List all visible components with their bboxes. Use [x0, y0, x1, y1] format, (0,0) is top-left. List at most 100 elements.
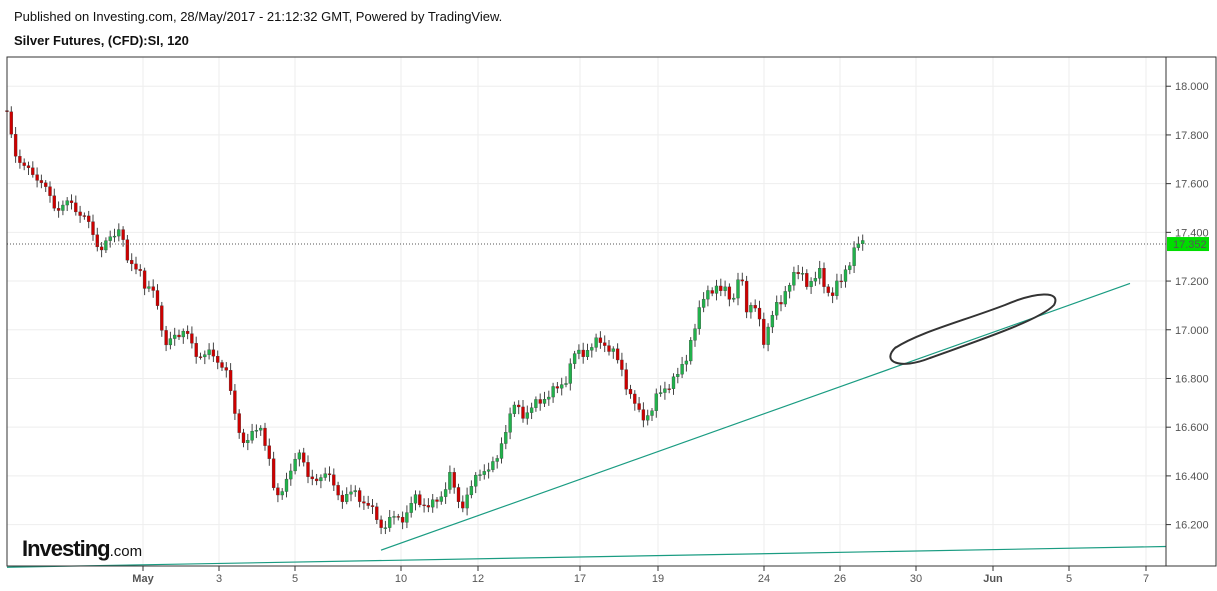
investing-logo: Investing.com: [22, 536, 142, 562]
candle-up: [392, 516, 396, 518]
candle-down: [52, 195, 56, 209]
candle-up: [439, 496, 443, 502]
candle-up: [409, 503, 413, 513]
candle-up: [749, 305, 753, 313]
candle-down: [624, 369, 628, 390]
x-tick-label: 19: [652, 573, 664, 585]
trendline: [380, 282, 1131, 551]
candle-down: [340, 494, 345, 502]
candle-up: [547, 396, 551, 400]
candle-down: [598, 337, 603, 343]
candle-up: [689, 340, 693, 362]
candle-up: [693, 328, 697, 341]
candle-down: [82, 215, 87, 217]
candle-up: [280, 491, 284, 496]
y-tick-label: 18.000: [1175, 81, 1209, 93]
x-tick-label: 12: [472, 573, 484, 585]
candle-down: [13, 134, 18, 157]
y-tick-label: 17.200: [1175, 276, 1209, 288]
candle-down: [155, 290, 160, 306]
candle-up: [706, 290, 710, 300]
candle-down: [603, 342, 607, 346]
candle-down: [779, 302, 783, 305]
candle-up: [297, 452, 302, 460]
candle-up: [852, 247, 856, 266]
candle-up: [284, 478, 289, 492]
candle-up: [413, 494, 418, 504]
time-axis: May 3 5 10 12 17 19 24 26 30 Jun 5 7: [132, 566, 1149, 585]
candle-down: [418, 494, 422, 506]
x-tick-label: 5: [1066, 573, 1072, 585]
candle-up: [775, 302, 779, 316]
candle-up: [650, 410, 654, 416]
x-tick-label: May: [132, 573, 154, 585]
candle-down: [95, 234, 99, 248]
candle-down: [190, 333, 194, 344]
candle-up: [770, 315, 775, 328]
price-axis: 18.00017.80017.60017.40017.20017.00016.8…: [1166, 81, 1209, 532]
candle-down: [375, 506, 379, 520]
candle-down: [362, 501, 366, 504]
candle-up: [732, 297, 736, 300]
candle-down: [142, 270, 147, 289]
y-tick-label: 16.800: [1175, 373, 1209, 385]
candle-down: [228, 370, 233, 391]
candle-down: [130, 260, 134, 265]
x-tick-label: 3: [216, 573, 222, 585]
candle-down: [91, 221, 95, 235]
candle-up: [766, 326, 770, 345]
candle-down: [26, 165, 31, 168]
candle-down: [314, 478, 319, 482]
candle-down: [56, 208, 61, 211]
candle-up: [572, 353, 577, 364]
candle-down: [456, 487, 461, 502]
candle-up: [551, 386, 555, 398]
hand-drawn-ellipse: [889, 293, 1057, 365]
y-tick-label: 16.400: [1175, 471, 1209, 483]
candle-down: [134, 263, 138, 270]
candle-up: [495, 458, 499, 462]
candle-down: [211, 349, 216, 357]
candle-down: [39, 180, 44, 183]
candle-down: [224, 367, 228, 371]
candle-up: [181, 330, 185, 338]
candle-down: [667, 388, 671, 390]
candle-up: [723, 286, 727, 291]
candle-up: [818, 268, 822, 279]
candle-up: [525, 412, 529, 419]
candle-down: [744, 280, 749, 313]
candle-down: [185, 330, 190, 334]
candle-down: [461, 501, 465, 509]
candle-down: [336, 485, 340, 496]
candle-up: [611, 348, 615, 352]
candle-up: [353, 490, 357, 493]
candle-up: [783, 291, 787, 305]
candle-down: [9, 111, 13, 135]
y-tick-label: 17.600: [1175, 179, 1209, 191]
candle-down: [517, 404, 521, 408]
candle-down: [839, 280, 843, 283]
candle-up: [792, 272, 796, 286]
candle-down: [757, 307, 762, 320]
candle-up: [173, 334, 177, 339]
candle-up: [848, 265, 852, 270]
candle-down: [78, 211, 82, 216]
candle-down: [396, 516, 400, 518]
x-tick-label: 24: [758, 573, 770, 585]
plot-frame: [6, 56, 1217, 567]
candle-down: [267, 445, 271, 459]
candle-up: [684, 360, 689, 365]
candle-down: [555, 386, 560, 389]
candle-up: [714, 285, 719, 294]
candle-down: [727, 286, 732, 300]
candle-down: [435, 499, 439, 502]
candle-up: [254, 430, 259, 432]
candle-up: [504, 432, 508, 444]
candle-down: [194, 343, 198, 357]
candle-down: [805, 273, 809, 287]
candle-up: [207, 349, 211, 355]
candle-up: [542, 399, 547, 404]
x-tick-label: 10: [395, 573, 407, 585]
candle-down: [538, 399, 542, 404]
price-chart[interactable]: 18.00017.80017.60017.40017.20017.00016.8…: [0, 0, 1217, 591]
